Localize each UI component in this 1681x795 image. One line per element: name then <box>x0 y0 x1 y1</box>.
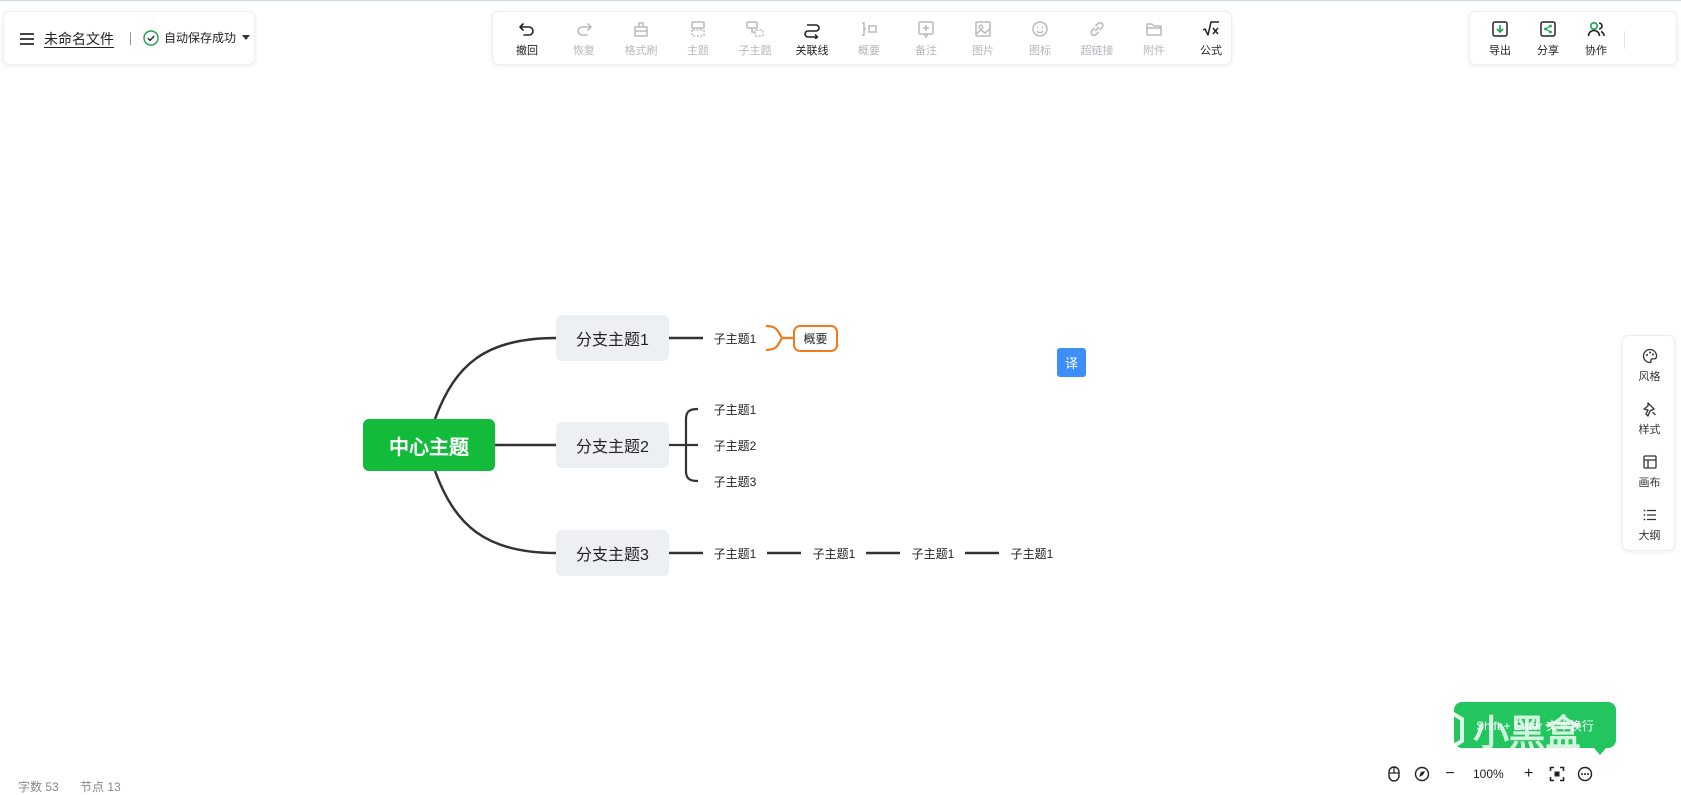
plus-icon: + <box>1524 765 1534 782</box>
fit-view-button[interactable] <box>1548 765 1566 783</box>
connector-root-branch1 <box>433 336 557 420</box>
translate-button[interactable]: 译 <box>1057 348 1086 377</box>
zoom-value: 100% <box>1473 767 1504 781</box>
connector-root-branch3 <box>433 470 557 555</box>
branch-topic-2[interactable]: 分支主题2 <box>556 422 669 468</box>
branch-topic-3[interactable]: 分支主题3 <box>556 530 669 576</box>
zoom-out-button[interactable]: − <box>1441 765 1459 783</box>
subtopic-node[interactable]: 子主题1 <box>902 543 964 563</box>
locate-button[interactable] <box>1413 765 1431 783</box>
subtopic-node[interactable]: 子主题1 <box>803 543 865 563</box>
more-options-button[interactable] <box>1576 765 1594 783</box>
mouse-icon <box>1388 766 1400 782</box>
word-count: 字数 53 <box>18 780 59 794</box>
zoom-in-button[interactable]: + <box>1520 765 1538 783</box>
connector-branch2-children <box>669 407 699 483</box>
subtopic-node[interactable]: 子主题1 <box>705 399 765 419</box>
mouse-mode-button[interactable] <box>1385 765 1403 783</box>
summary-node[interactable]: 概要 <box>793 325 838 352</box>
shortcut-tip: Shift + Enter 文本换行 <box>1454 702 1616 755</box>
more-icon <box>1577 766 1592 782</box>
subtopic-node[interactable]: 子主题1 <box>705 328 765 348</box>
subtopic-node[interactable]: 子主题1 <box>705 543 765 563</box>
subtopic-node[interactable]: 子主题2 <box>705 435 765 455</box>
subtopic-node[interactable]: 子主题1 <box>1001 543 1063 563</box>
minus-icon: − <box>1445 765 1455 782</box>
node-count: 节点 13 <box>80 780 121 794</box>
summary-bracket <box>765 324 793 352</box>
fit-screen-icon <box>1549 766 1565 782</box>
subtopic-node[interactable]: 子主题3 <box>705 471 765 491</box>
branch-topic-1[interactable]: 分支主题1 <box>556 315 669 361</box>
navigation-icon <box>1414 766 1430 782</box>
mindmap-connectors <box>433 324 999 555</box>
zoom-bar: − 100% + <box>1385 763 1604 785</box>
root-topic[interactable]: 中心主题 <box>363 419 495 471</box>
